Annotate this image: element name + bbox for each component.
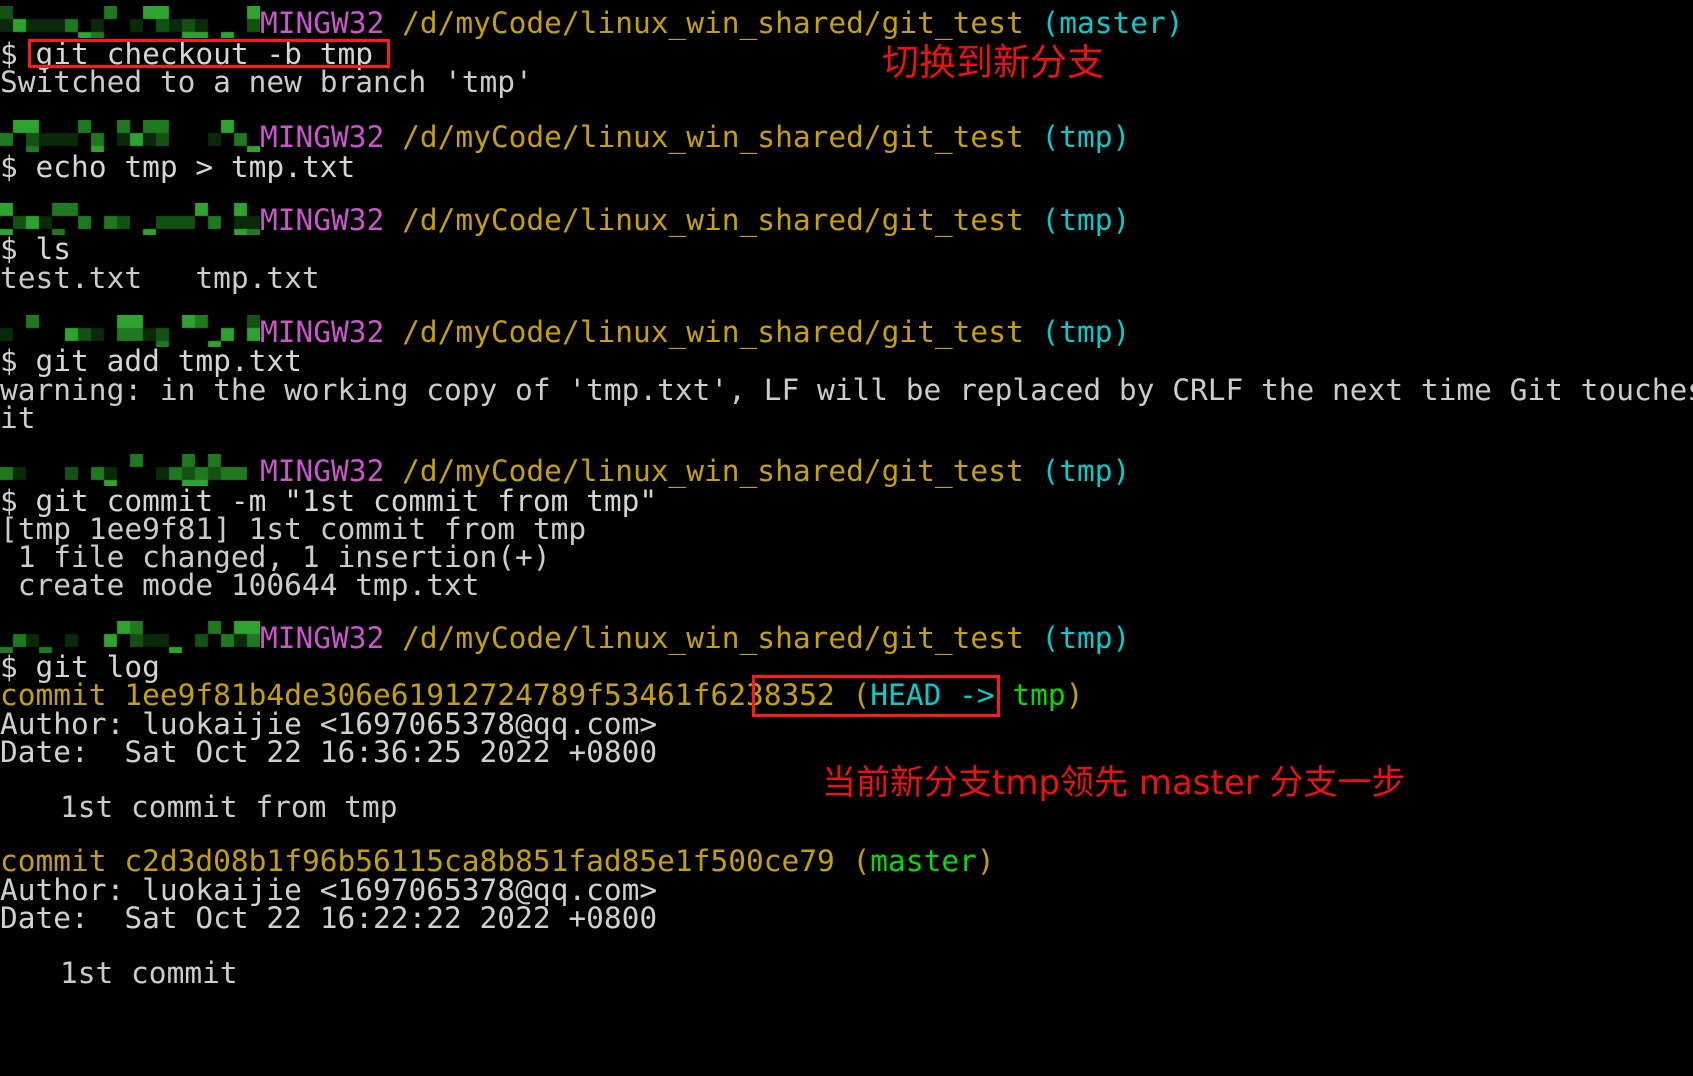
shell-name-2: MINGW32 xyxy=(260,120,385,154)
git-log-date-line-2: Date: Sat Oct 22 16:22:22 2022 +0800 xyxy=(0,903,657,934)
branch-indicator-3: (tmp) xyxy=(1041,203,1131,237)
output-line-4-0: warning: in the working copy of 'tmp.txt… xyxy=(0,373,1693,407)
date-label-1: Date: xyxy=(0,735,89,769)
username-masked-2 xyxy=(0,119,260,152)
git-log-date-line-1: Date: Sat Oct 22 16:36:25 2022 +0800 xyxy=(0,737,657,768)
git-log-message-2: 1st commit xyxy=(60,956,238,990)
shell-name-3: MINGW32 xyxy=(260,203,385,237)
terminal-window[interactable]: MINGW32 /d/myCode/linux_win_shared/git_t… xyxy=(0,0,1693,1076)
output-line-1-0: Switched to a new branch 'tmp' xyxy=(0,65,533,99)
ref-close-paren-2: ) xyxy=(976,844,995,878)
username-masked-1 xyxy=(0,5,260,38)
username-masked-5 xyxy=(0,453,260,486)
prompt-path-2: /d/myCode/linux_win_shared/git_test xyxy=(402,120,1024,154)
prompt-path-6: /d/myCode/linux_win_shared/git_test xyxy=(402,621,1024,655)
shell-name-6: MINGW32 xyxy=(260,621,385,655)
git-log-message-1: 1st commit from tmp xyxy=(60,790,398,824)
branch-indicator-2: (tmp) xyxy=(1041,120,1131,154)
branch-indicator-5: (tmp) xyxy=(1041,454,1131,488)
command-text-2: echo tmp > tmp.txt xyxy=(35,150,356,184)
username-masked-6 xyxy=(0,620,260,653)
prompt-path-5: /d/myCode/linux_win_shared/git_test xyxy=(402,454,1024,488)
prompt-symbol-2: $ xyxy=(0,150,18,184)
ref-open-paren-2: ( xyxy=(852,844,871,878)
prompt-line-6: MINGW32 /d/myCode/linux_win_shared/git_t… xyxy=(0,620,1131,655)
username-masked-3 xyxy=(0,202,260,235)
ref-branch-name-1: tmp xyxy=(1012,678,1066,712)
output-line-3-0: test.txt tmp.txt xyxy=(0,261,320,295)
ref-branch-name-2: master xyxy=(870,844,977,878)
date-value-2: Sat Oct 22 16:22:22 2022 +0800 xyxy=(88,901,658,935)
branch-indicator-6: (tmp) xyxy=(1041,621,1131,655)
annotation-switch-branch: 切换到新分支 xyxy=(882,41,1104,84)
branch-indicator-1: (master) xyxy=(1041,6,1184,40)
output-line-4-1: it xyxy=(0,401,36,435)
ref-open-paren-1: ( xyxy=(852,678,871,712)
prompt-line-3: MINGW32 /d/myCode/linux_win_shared/git_t… xyxy=(0,202,1131,237)
ref-close-paren-1: ) xyxy=(1065,678,1084,712)
annotation-branch-ahead: 当前新分支tmp领先 master 分支一步 xyxy=(822,763,1406,803)
prompt-path-4: /d/myCode/linux_win_shared/git_test xyxy=(402,315,1024,349)
prompt-line-5: MINGW32 /d/myCode/linux_win_shared/git_t… xyxy=(0,453,1131,488)
shell-name-1: MINGW32 xyxy=(260,6,385,40)
prompt-line-2: MINGW32 /d/myCode/linux_win_shared/git_t… xyxy=(0,119,1131,154)
branch-indicator-4: (tmp) xyxy=(1041,315,1131,349)
command-line-2[interactable]: $ echo tmp > tmp.txt xyxy=(0,152,355,183)
prompt-path-1: /d/myCode/linux_win_shared/git_test xyxy=(402,6,1024,40)
prompt-line-1: MINGW32 /d/myCode/linux_win_shared/git_t… xyxy=(0,5,1184,40)
ref-head-pointer-1: HEAD -> xyxy=(870,678,1013,712)
prompt-path-3: /d/myCode/linux_win_shared/git_test xyxy=(402,203,1024,237)
output-line-5-2: create mode 100644 tmp.txt xyxy=(0,568,480,602)
date-label-2: Date: xyxy=(0,901,89,935)
date-value-1: Sat Oct 22 16:36:25 2022 +0800 xyxy=(88,735,658,769)
username-masked-4 xyxy=(0,314,260,347)
shell-name-5: MINGW32 xyxy=(260,454,385,488)
